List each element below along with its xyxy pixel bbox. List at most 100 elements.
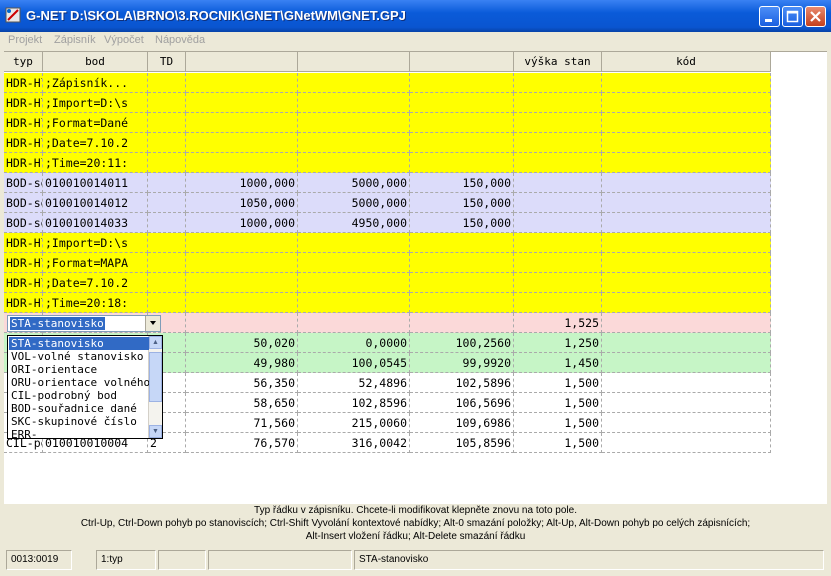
table-cell-td[interactable] bbox=[148, 73, 186, 93]
table-cell-coord-x[interactable] bbox=[298, 253, 410, 273]
table-cell-typ[interactable]: HDR-Hlavička bbox=[4, 153, 43, 173]
table-cell-code[interactable] bbox=[602, 393, 771, 413]
table-cell-coord-x[interactable]: 5000,000 bbox=[298, 193, 410, 213]
table-cell-height[interactable]: 109,6986 bbox=[410, 413, 514, 433]
table-cell-td[interactable] bbox=[148, 93, 186, 113]
table-cell-coord-x[interactable] bbox=[298, 273, 410, 293]
minimize-button[interactable] bbox=[759, 6, 780, 27]
table-cell-station-height[interactable]: 1,500 bbox=[514, 413, 602, 433]
table-cell-bod[interactable]: ;Time=20:18: bbox=[43, 293, 148, 313]
table-cell-code[interactable] bbox=[602, 353, 771, 373]
table-cell-coord-y[interactable] bbox=[186, 153, 298, 173]
table-cell-td[interactable] bbox=[148, 133, 186, 153]
dropdown-option[interactable]: CIL-podrobný bod bbox=[9, 389, 149, 402]
title-bar[interactable]: G-NET D:\SKOLA\BRNO\3.ROCNIK\GNET\GNetWM… bbox=[0, 0, 831, 32]
table-cell-coord-y[interactable]: 71,560 bbox=[186, 413, 298, 433]
table-cell-code[interactable] bbox=[602, 273, 771, 293]
table-cell-coord-y[interactable]: 1050,000 bbox=[186, 193, 298, 213]
column-header-code[interactable]: kód bbox=[602, 52, 771, 72]
table-cell-td[interactable] bbox=[148, 213, 186, 233]
table-cell-bod[interactable]: ;Time=20:11: bbox=[43, 153, 148, 173]
table-cell-bod[interactable]: ;Import=D:\s bbox=[43, 93, 148, 113]
table-cell-coord-y[interactable]: 1000,000 bbox=[186, 213, 298, 233]
table-cell-code[interactable] bbox=[602, 233, 771, 253]
table-cell-coord-x[interactable]: 5000,000 bbox=[298, 173, 410, 193]
table-cell-code[interactable] bbox=[602, 253, 771, 273]
table-cell-coord-x[interactable]: 4950,000 bbox=[298, 213, 410, 233]
table-cell-td[interactable] bbox=[148, 273, 186, 293]
menu-napoveda[interactable]: Nápověda bbox=[155, 34, 205, 46]
table-cell-code[interactable] bbox=[602, 133, 771, 153]
table-cell-coord-x[interactable] bbox=[298, 313, 410, 333]
table-cell-height[interactable]: 106,5696 bbox=[410, 393, 514, 413]
table-cell-coord-y[interactable] bbox=[186, 113, 298, 133]
table-cell-coord-x[interactable] bbox=[298, 73, 410, 93]
column-header-td[interactable]: TD bbox=[148, 52, 186, 72]
scroll-up-button[interactable]: ▲ bbox=[149, 336, 162, 349]
table-cell-td[interactable] bbox=[148, 153, 186, 173]
table-cell-station-height[interactable]: 1,500 bbox=[514, 373, 602, 393]
table-cell-coord-x[interactable]: 215,0060 bbox=[298, 413, 410, 433]
table-cell-station-height[interactable] bbox=[514, 73, 602, 93]
dropdown-option[interactable]: SKC-skupinové číslo bbox=[9, 415, 149, 428]
table-cell-typ[interactable]: HDR-Hlavička bbox=[4, 113, 43, 133]
dropdown-option[interactable]: VOL-volné stanovisko bbox=[9, 350, 149, 363]
table-cell-height[interactable] bbox=[410, 133, 514, 153]
table-cell-code[interactable] bbox=[602, 193, 771, 213]
table-cell-coord-x[interactable] bbox=[298, 293, 410, 313]
table-cell-station-height[interactable] bbox=[514, 113, 602, 133]
table-cell-code[interactable] bbox=[602, 113, 771, 133]
table-cell-coord-y[interactable] bbox=[186, 233, 298, 253]
table-cell-typ[interactable]: HDR-Hlavička bbox=[4, 93, 43, 113]
table-cell-coord-x[interactable] bbox=[298, 113, 410, 133]
table-cell-station-height[interactable] bbox=[514, 293, 602, 313]
table-cell-height[interactable] bbox=[410, 233, 514, 253]
maximize-button[interactable] bbox=[782, 6, 803, 27]
table-cell-code[interactable] bbox=[602, 313, 771, 333]
table-cell-height[interactable]: 100,2560 bbox=[410, 333, 514, 353]
table-cell-coord-y[interactable] bbox=[186, 293, 298, 313]
column-header-coord-x[interactable] bbox=[298, 52, 410, 72]
dropdown-option[interactable]: ORI-orientace bbox=[9, 363, 149, 376]
row-type-dropdown-list[interactable]: ▲ ▼ STA-stanovisko VOL-volné stanovisko OR… bbox=[7, 335, 163, 439]
table-cell-coord-y[interactable] bbox=[186, 273, 298, 293]
column-header-coord-y[interactable] bbox=[186, 52, 298, 72]
table-cell-height[interactable] bbox=[410, 153, 514, 173]
table-cell-code[interactable] bbox=[602, 373, 771, 393]
table-cell-station-height[interactable] bbox=[514, 173, 602, 193]
table-cell-typ[interactable]: HDR-Hlavička bbox=[4, 233, 43, 253]
table-cell-td[interactable] bbox=[148, 293, 186, 313]
table-cell-coord-x[interactable]: 102,8596 bbox=[298, 393, 410, 413]
table-cell-station-height[interactable]: 1,525 bbox=[514, 313, 602, 333]
table-cell-height[interactable] bbox=[410, 313, 514, 333]
table-cell-bod[interactable]: ;Import=D:\s bbox=[43, 233, 148, 253]
table-cell-code[interactable] bbox=[602, 413, 771, 433]
table-cell-height[interactable] bbox=[410, 273, 514, 293]
menu-projekt[interactable]: Projekt bbox=[8, 34, 42, 46]
table-cell-coord-y[interactable]: 56,350 bbox=[186, 373, 298, 393]
table-cell-station-height[interactable] bbox=[514, 213, 602, 233]
combo-dropdown-button[interactable] bbox=[145, 316, 160, 331]
table-cell-typ[interactable]: BOD-souřadnice bbox=[4, 213, 43, 233]
column-header-bod[interactable]: bod bbox=[43, 52, 148, 72]
table-cell-typ[interactable]: HDR-Hlavička bbox=[4, 293, 43, 313]
table-cell-typ[interactable]: BOD-souřadnice bbox=[4, 173, 43, 193]
table-cell-td[interactable] bbox=[148, 193, 186, 213]
column-header-station-height[interactable]: výška stan bbox=[514, 52, 602, 72]
table-cell-station-height[interactable] bbox=[514, 253, 602, 273]
table-cell-height[interactable] bbox=[410, 293, 514, 313]
table-cell-code[interactable] bbox=[602, 293, 771, 313]
table-cell-coord-x[interactable] bbox=[298, 93, 410, 113]
table-cell-station-height[interactable] bbox=[514, 93, 602, 113]
table-cell-station-height[interactable]: 1,500 bbox=[514, 433, 602, 453]
table-cell-typ[interactable]: HDR-Hlavička bbox=[4, 273, 43, 293]
table-cell-height[interactable] bbox=[410, 93, 514, 113]
table-cell-height[interactable] bbox=[410, 113, 514, 133]
table-cell-coord-x[interactable]: 100,0545 bbox=[298, 353, 410, 373]
table-cell-station-height[interactable] bbox=[514, 153, 602, 173]
table-cell-station-height[interactable] bbox=[514, 273, 602, 293]
table-cell-td[interactable] bbox=[148, 233, 186, 253]
table-cell-coord-y[interactable]: 50,020 bbox=[186, 333, 298, 353]
table-cell-station-height[interactable]: 1,500 bbox=[514, 393, 602, 413]
table-cell-bod[interactable]: ;Date=7.10.2 bbox=[43, 133, 148, 153]
